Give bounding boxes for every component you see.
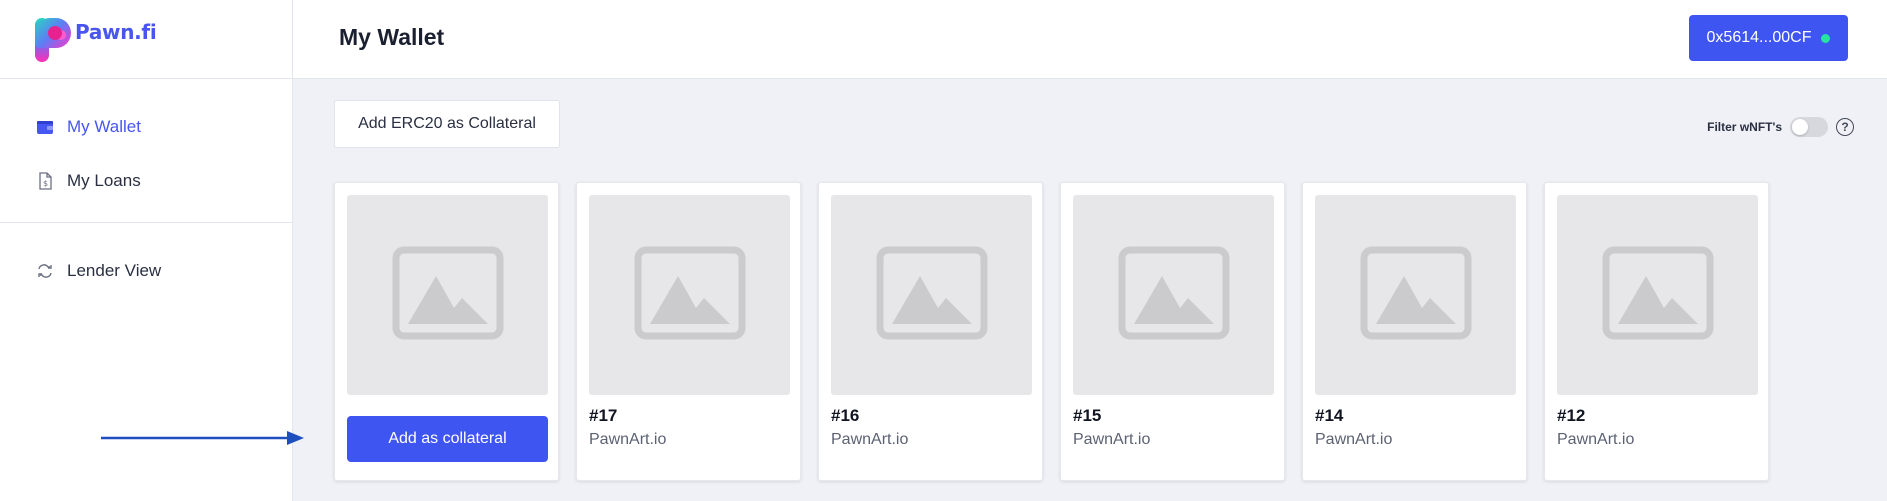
page-title: My Wallet <box>339 24 445 50</box>
image-placeholder-icon <box>1118 246 1230 345</box>
help-icon[interactable]: ? <box>1836 118 1854 136</box>
nft-id: #17 <box>589 406 618 425</box>
nft-card[interactable]: #16 PawnArt.io <box>818 182 1043 481</box>
connected-status-dot <box>1821 33 1831 43</box>
nft-thumbnail <box>831 195 1032 395</box>
invoice-icon: $ <box>36 172 54 190</box>
logo-text: Pawn.fi <box>75 20 157 44</box>
nft-thumbnail <box>1073 195 1274 395</box>
nft-source: PawnArt.io <box>1315 431 1393 448</box>
nft-id: #12 <box>1557 406 1586 425</box>
nft-card-grid: Add as collateral #17 PawnArt.io #16 Paw… <box>334 182 1786 481</box>
sidebar-item-my-wallet[interactable]: My Wallet <box>36 115 141 139</box>
sidebar-divider <box>0 222 292 223</box>
toggle-knob <box>1792 119 1808 135</box>
nft-thumbnail <box>1557 195 1758 395</box>
nft-id: #15 <box>1073 406 1102 425</box>
filter-wnft-control: Filter wNFT's ? <box>1707 117 1854 137</box>
nft-source: PawnArt.io <box>1557 431 1635 448</box>
sidebar-item-label: My Wallet <box>67 117 141 136</box>
sidebar-divider <box>0 78 292 79</box>
pawnfi-logo[interactable]: Pawn.fi <box>33 16 157 64</box>
wallet-icon <box>36 118 54 136</box>
nft-card[interactable]: #17 PawnArt.io <box>576 182 801 481</box>
nft-card[interactable]: #14 PawnArt.io <box>1302 182 1527 481</box>
add-as-collateral-button[interactable]: Add as collateral <box>347 416 548 462</box>
top-header: My Wallet 0x5614...00CF <box>293 0 1887 79</box>
nft-id: #14 <box>1315 406 1344 425</box>
image-placeholder-icon <box>392 246 504 345</box>
sidebar: Pawn.fi My Wallet $ My Loans Lender View <box>0 0 293 501</box>
nft-card[interactable]: #12 PawnArt.io <box>1544 182 1769 481</box>
image-placeholder-icon <box>1602 246 1714 345</box>
nft-source: PawnArt.io <box>589 431 667 448</box>
annotation-arrow-icon <box>101 431 304 445</box>
exchange-icon <box>36 262 54 280</box>
sidebar-item-label: Lender View <box>67 261 162 280</box>
nft-source: PawnArt.io <box>831 431 909 448</box>
nft-thumbnail <box>589 195 790 395</box>
pawnfi-logo-icon <box>33 16 73 64</box>
nft-card[interactable]: #15 PawnArt.io <box>1060 182 1285 481</box>
wallet-address: 0x5614...00CF <box>1706 29 1812 46</box>
image-placeholder-icon <box>876 246 988 345</box>
nft-thumbnail <box>347 195 548 395</box>
sidebar-item-lender-view[interactable]: Lender View <box>36 259 161 283</box>
nft-card-selected: Add as collateral <box>334 182 559 481</box>
filter-wnft-toggle[interactable] <box>1790 117 1828 137</box>
sidebar-item-my-loans[interactable]: $ My Loans <box>36 169 141 193</box>
image-placeholder-icon <box>1360 246 1472 345</box>
image-placeholder-icon <box>634 246 746 345</box>
add-erc20-collateral-button[interactable]: Add ERC20 as Collateral <box>334 100 560 148</box>
svg-text:$: $ <box>43 179 48 188</box>
nft-source: PawnArt.io <box>1073 431 1151 448</box>
nft-id: #16 <box>831 406 860 425</box>
sidebar-item-label: My Loans <box>67 171 141 190</box>
filter-label: Filter wNFT's <box>1707 120 1782 134</box>
nft-thumbnail <box>1315 195 1516 395</box>
wallet-address-button[interactable]: 0x5614...00CF <box>1689 15 1848 61</box>
